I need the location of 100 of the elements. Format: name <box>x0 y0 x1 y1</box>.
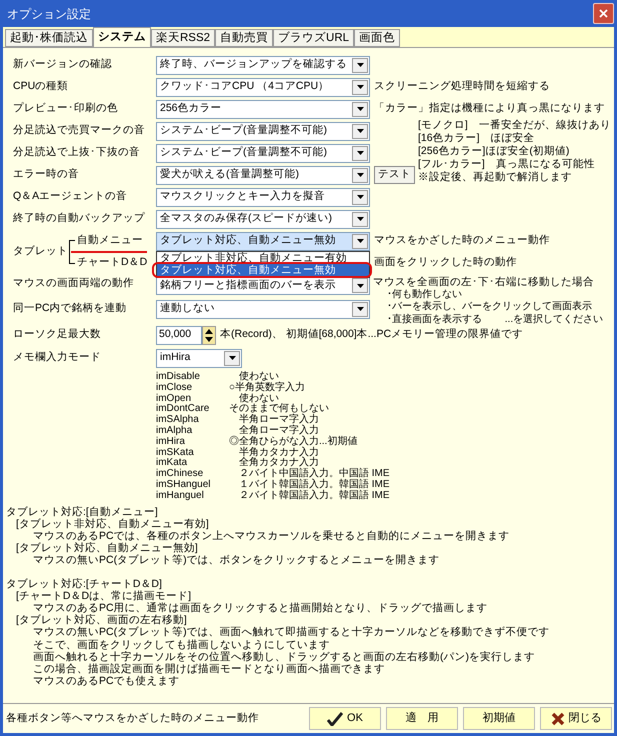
setting-note: ･何も動作しない <box>386 288 463 300</box>
tab[interactable]: 楽天RSS2 <box>151 29 216 47</box>
dropdown-option[interactable]: タブレット対応、自動メニュー無効 <box>157 264 369 277</box>
dropdown-value: クワッド･コアCPU （4コアCPU） <box>160 79 330 94</box>
dialog-button[interactable]: 初期値 <box>463 707 535 730</box>
mode-name: imKata <box>156 458 188 468</box>
tab[interactable]: 自動売買 <box>215 29 274 47</box>
setting-note: ※設定後、再起動で解消します <box>418 171 573 184</box>
setting-note: [フル･カラー] 真っ黒になる可能性 <box>418 158 596 171</box>
caret-icon <box>356 307 364 311</box>
dropdown-value: 終了時、バージョンアップを確認する <box>160 57 347 72</box>
caret-icon <box>356 173 364 177</box>
setting-label: 終了時の自動バックアップ <box>13 211 146 226</box>
mode-name: imHanguel <box>156 490 205 502</box>
setting-note: スクリーニング処理時間を短縮する <box>374 79 550 94</box>
caret-icon <box>356 107 364 111</box>
mode-description: 使わない <box>239 372 279 382</box>
help-text: マウスのあるPCでは、各種のボタン上へマウスカーソルを乗せると自動的にメニューを開きます <box>32 530 511 542</box>
dropdown[interactable]: imHira <box>156 348 242 368</box>
dropdown[interactable]: 連動しない <box>156 300 370 318</box>
dropdown[interactable]: システム･ビープ(音量調整不可能) <box>156 122 370 140</box>
input-value: 50,000 <box>159 327 192 342</box>
cross-icon <box>550 712 564 726</box>
setting-label: メモ欄入力モード <box>13 350 102 366</box>
mode-name: imSKata <box>156 448 195 458</box>
dialog-button[interactable]: 閉じる <box>540 707 612 730</box>
help-text: [タブレット対応、自動メニュー無効] <box>15 542 199 554</box>
setting-note: ･バーを表示し、バーをクリックして画面表示 <box>386 301 593 314</box>
setting-label: タブレット <box>13 244 69 260</box>
setting-note: マウスをかざした時のメニュー動作 <box>374 233 550 248</box>
dropdown-arrow-button[interactable] <box>352 190 368 204</box>
mode-name: imAlpha <box>156 426 194 436</box>
dropdown[interactable]: タブレット対応、自動メニュー無効 <box>156 232 370 250</box>
mode-name: imSAlpha <box>156 415 200 426</box>
dropdown[interactable]: 終了時、バージョンアップを確認する <box>156 56 370 74</box>
dropdown-option[interactable]: タブレット非対応、自動メニュー有効 <box>157 252 369 264</box>
setting-label: マウスの画面両端の動作 <box>13 276 135 291</box>
mode-name: imChinese <box>156 469 204 480</box>
caret-icon <box>356 239 364 243</box>
dropdown[interactable]: 256色カラー <box>156 100 370 118</box>
mode-name: imHira <box>156 436 186 448</box>
dropdown-arrow-button[interactable] <box>352 102 368 116</box>
help-text: タブレット対応:[チャートD＆D] <box>6 578 163 590</box>
help-text: [タブレット対応、画面の左右移動] <box>15 614 188 626</box>
mode-description: １バイト韓国語入力。韓国語 IME <box>238 480 391 490</box>
window-title: オプション設定 <box>7 6 91 22</box>
tab[interactable]: 画面色 <box>354 29 400 47</box>
help-text: [チャートD＆Dは、常に描画モード] <box>15 590 192 602</box>
help-text: そこで、画面をクリックしても描画しないようにしています <box>32 638 331 651</box>
tab[interactable]: 起動･株価読込 <box>5 29 93 47</box>
setting-label: エラー時の音 <box>13 167 80 182</box>
dropdown-arrow-button[interactable] <box>352 146 368 160</box>
status-text: 各種ボタン等へマウスをかざした時のメニュー動作 <box>6 710 260 726</box>
help-text: [タブレット非対応、自動メニュー有効] <box>15 518 210 530</box>
dropdown[interactable]: 全マスタのみ保存(スピードが速い) <box>156 210 370 228</box>
dropdown-arrow-button[interactable] <box>352 124 368 138</box>
dropdown[interactable]: マウスクリックとキー入力を擬音 <box>156 188 370 206</box>
mode-description: 全角カタカナ入力 <box>238 458 320 468</box>
help-text: タブレット対応:[自動メニュー] <box>6 506 159 518</box>
dropdown-arrow-button[interactable] <box>352 80 368 94</box>
caret-icon <box>356 151 364 155</box>
dropdown-arrow-button[interactable] <box>352 278 368 293</box>
dropdown-value: マウスクリックとキー入力を擬音 <box>160 189 325 204</box>
dropdown[interactable]: システム･ビープ(音量調整不可能) <box>156 144 370 162</box>
caret-icon <box>356 284 364 288</box>
test-button[interactable]: テスト <box>374 166 415 184</box>
help-text: マウスの無いPC(タブレット等)では、ボタンをクリックするとメニューを開きます <box>32 554 441 567</box>
dropdown-arrow-button[interactable] <box>352 58 368 72</box>
setting-label: ローソク足最大数 <box>13 327 102 342</box>
mode-description: 半角カタカナ入力 <box>238 448 320 458</box>
dropdown-value: 全マスタのみ保存(スピードが速い) <box>160 211 332 226</box>
help-text: マウスのあるPCでも使えます <box>32 675 181 688</box>
close-button[interactable] <box>593 3 614 24</box>
dropdown-arrow-button[interactable] <box>352 212 368 226</box>
caret-icon <box>356 63 364 67</box>
tab[interactable]: ブラウズURL <box>273 29 354 47</box>
mode-description: ○半角英数字入力 <box>229 382 306 393</box>
mode-description: 全角ローマ字入力 <box>238 426 320 436</box>
dialog-button[interactable]: 適 用 <box>386 707 458 730</box>
help-text: この場合、描画設定画面を開けば描画モードとなり画面へ描画できます <box>32 663 386 676</box>
number-input[interactable]: 50,000 <box>156 326 202 344</box>
setting-note: [256色カラー]ほぼ安全(初期値) <box>418 145 570 158</box>
dropdown-arrow-button[interactable] <box>352 168 368 182</box>
dropdown-arrow-button[interactable] <box>224 350 240 366</box>
caret-icon <box>356 195 364 199</box>
dropdown[interactable]: 愛犬が吠える(音量調整可能) <box>156 166 370 184</box>
setting-label: 分足読込で上抜･下抜の音 <box>13 145 141 160</box>
setting-note: [モノクロ] 一番安全だが、線抜けあり <box>418 119 611 132</box>
setting-label: 同一PC内で銘柄を連動 <box>13 301 128 316</box>
help-text: マウスのあるPC用に、通常は画面をクリックすると描画開始となり、ドラッグで描画します <box>32 602 489 614</box>
dropdown-arrow-button[interactable] <box>352 234 368 248</box>
mode-name: imDisable <box>156 372 201 382</box>
dropdown[interactable]: クワッド･コアCPU （4コアCPU） <box>156 78 370 96</box>
setting-note: ･直接画面を表示する ...を選択してください <box>386 314 604 326</box>
dialog-button[interactable]: OK <box>309 707 381 730</box>
dropdown-value: imHira <box>160 350 190 366</box>
tab[interactable]: システム <box>93 27 151 47</box>
setting-label: プレビュー･印刷の色 <box>13 101 119 116</box>
dropdown-arrow-button[interactable] <box>352 302 368 316</box>
setting-label: チャートD＆D <box>76 255 148 270</box>
